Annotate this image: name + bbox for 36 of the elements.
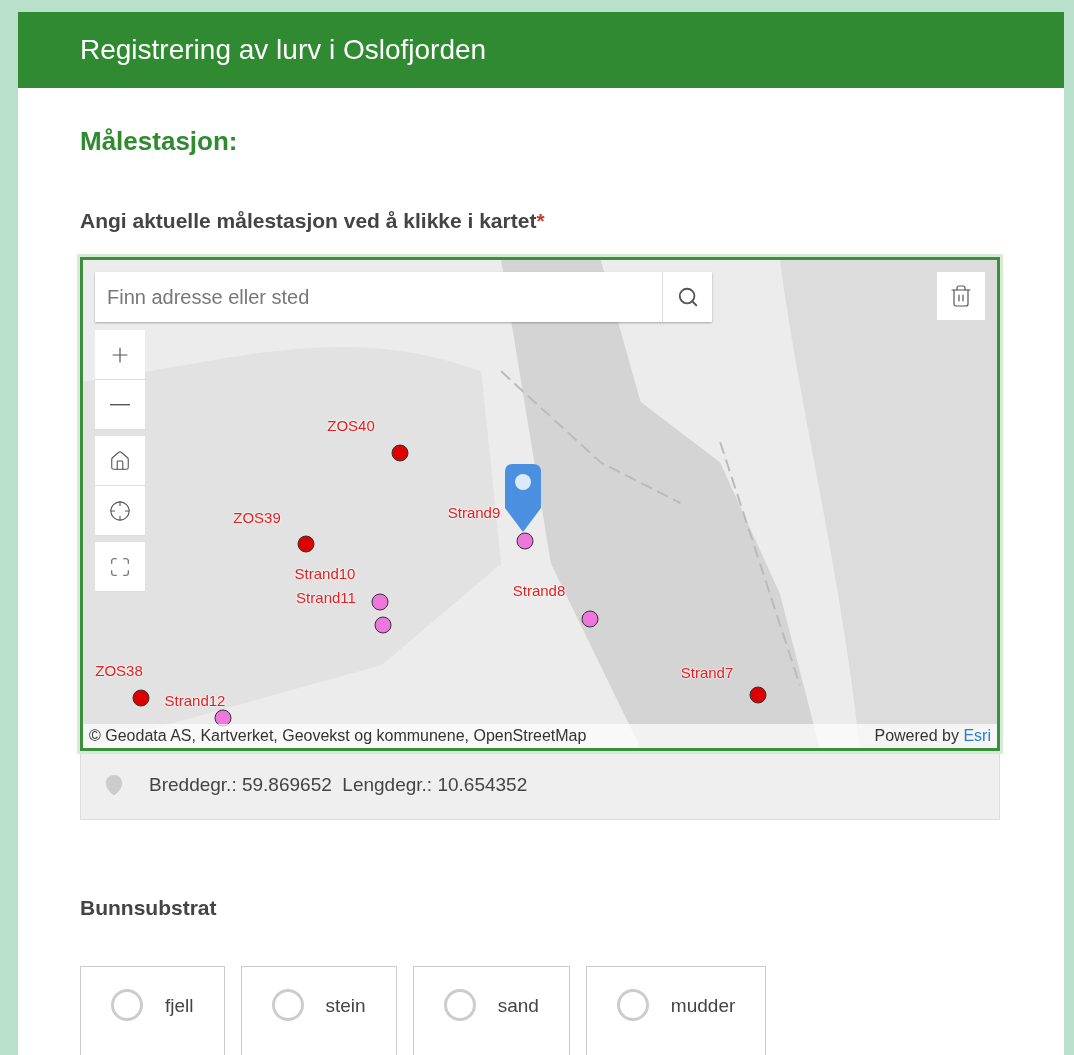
minus-icon bbox=[110, 403, 130, 406]
station-label: Strand9 bbox=[447, 503, 501, 521]
form-title: Registrering av lurv i Oslofjorden bbox=[18, 12, 1064, 88]
fullscreen-icon bbox=[109, 555, 131, 578]
station-label: Strand11 bbox=[296, 588, 356, 606]
search-icon bbox=[676, 286, 699, 308]
locate-button[interactable] bbox=[95, 486, 145, 536]
section-title: Målestasjon: bbox=[80, 126, 239, 157]
station-label: Strand8 bbox=[512, 581, 566, 599]
delete-button[interactable] bbox=[937, 272, 985, 320]
map-attribution: © Geodata AS, Kartverket, Geovekst og kommunene, OpenStreetMap bbox=[89, 727, 587, 745]
station-marker[interactable] bbox=[516, 532, 534, 550]
crosshair-icon bbox=[109, 499, 131, 522]
powered-by-text: Powered by Esri bbox=[874, 727, 991, 745]
question-label: Bunnsubstrat bbox=[80, 896, 218, 920]
radio-option[interactable]: sand bbox=[412, 966, 570, 1055]
radio-option[interactable]: stein bbox=[240, 966, 397, 1055]
station-label: ZOS39 bbox=[233, 508, 281, 526]
station-label: ZOS40 bbox=[327, 416, 375, 434]
radio-option[interactable]: fjell bbox=[80, 966, 225, 1055]
station-label: Strand12 bbox=[164, 691, 226, 709]
location-icon bbox=[103, 774, 125, 796]
station-label: Strand7 bbox=[680, 663, 734, 681]
search-button[interactable] bbox=[662, 272, 712, 322]
coordinates-text: Breddegr.: 59.869652 Lengdegr.: 10.654352 bbox=[149, 774, 528, 796]
map[interactable]: Finn adresse eller sted ZOS40 ZOS39 Strand9 Strand10 Strand11 Strand8 ZOS38 Strand7 Strand12 © Geodata AS, Kartverket, Geovekst og kommunene, OpenStreetMap Powered by Esri bbox=[80, 257, 1000, 751]
question-label: Angi aktuelle målestasjon ved å klikke i kartet* bbox=[80, 209, 546, 233]
map-pin-icon bbox=[505, 464, 541, 534]
trash-icon bbox=[949, 284, 973, 308]
home-icon bbox=[109, 449, 131, 472]
home-button[interactable] bbox=[95, 436, 145, 486]
station-label: Strand10 bbox=[294, 564, 356, 582]
station-label: ZOS38 bbox=[95, 661, 143, 679]
radio-option[interactable]: mudder bbox=[585, 966, 767, 1055]
search-field[interactable]: Finn adresse eller sted bbox=[95, 272, 712, 322]
esri-link[interactable]: Esri bbox=[963, 727, 991, 744]
